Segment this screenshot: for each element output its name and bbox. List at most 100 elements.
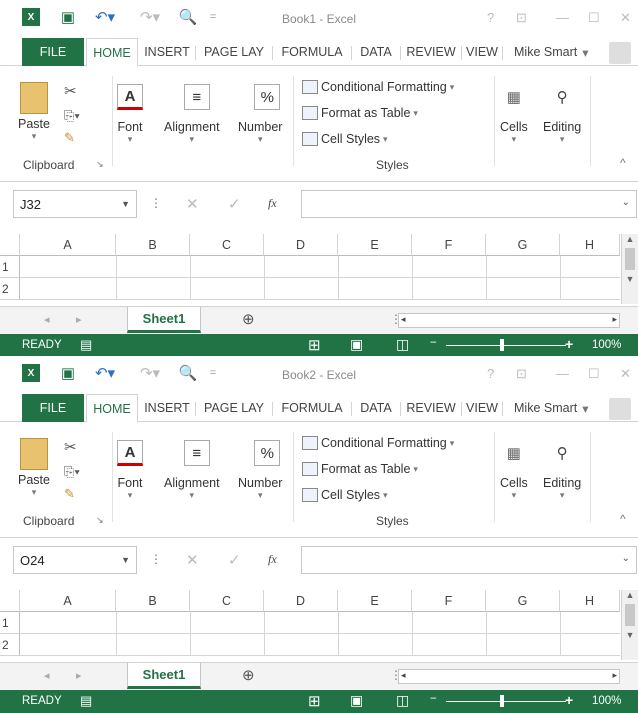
column-header[interactable]: G <box>486 590 560 612</box>
name-box[interactable]: J32 ▼ <box>13 190 137 218</box>
tab-view[interactable]: VIEW <box>462 38 502 66</box>
format-painter-icon[interactable]: ✎ <box>64 486 75 502</box>
font-button[interactable]: A Font ▾ <box>117 440 143 501</box>
editing-button[interactable]: ⚲ Editing ▾ <box>543 84 581 145</box>
copy-icon[interactable]: ⎘▾ <box>64 108 80 124</box>
alignment-button[interactable]: ≡ Alignment ▾ <box>164 84 220 145</box>
tab-file[interactable]: FILE <box>22 394 84 422</box>
select-all-corner[interactable] <box>0 590 20 612</box>
new-sheet-icon[interactable]: ⊕ <box>242 666 255 684</box>
macro-record-icon[interactable]: ▤ <box>80 337 92 353</box>
format-as-table-button[interactable]: Format as Table ▾ <box>302 106 418 120</box>
cancel-icon[interactable]: ✕ <box>186 195 199 213</box>
page-break-view-icon[interactable]: ◫ <box>396 692 409 709</box>
user-account[interactable]: Mike Smart ▾ <box>514 394 588 422</box>
zoom-level[interactable]: 100% <box>592 695 621 707</box>
editing-button[interactable]: ⚲ Editing ▾ <box>543 440 581 501</box>
zoom-out-icon[interactable]: − <box>430 337 437 349</box>
cell-styles-button[interactable]: Cell Styles ▾ <box>302 488 388 502</box>
enter-icon[interactable]: ✓ <box>228 195 241 213</box>
normal-view-icon[interactable]: ⊞ <box>308 692 321 710</box>
help-icon[interactable]: ? <box>487 366 494 381</box>
tab-page-layout[interactable]: PAGE LAY <box>196 394 272 422</box>
paste-button[interactable]: Paste ▾ <box>18 438 50 498</box>
cut-icon[interactable]: ✂ <box>64 82 77 100</box>
sheet-tab[interactable]: Sheet1 <box>127 307 201 333</box>
tab-insert[interactable]: INSERT <box>139 394 195 422</box>
tab-insert[interactable]: INSERT <box>139 38 195 66</box>
table-row[interactable] <box>20 256 620 278</box>
column-header[interactable]: B <box>116 590 190 612</box>
zoom-out-icon[interactable]: − <box>430 693 437 705</box>
cells-button[interactable]: ▦ Cells ▾ <box>500 440 528 501</box>
tab-data[interactable]: DATA <box>352 38 400 66</box>
scroll-tabs-left-icon[interactable]: ◂ <box>44 313 50 326</box>
select-all-corner[interactable] <box>0 234 20 256</box>
tab-page-layout[interactable]: PAGE LAY <box>196 38 272 66</box>
name-box[interactable]: O24 ▼ <box>13 546 137 574</box>
column-header[interactable]: D <box>264 234 338 256</box>
zoom-slider-thumb[interactable] <box>500 339 504 351</box>
table-row[interactable] <box>20 634 620 656</box>
formula-input[interactable]: ⌄ <box>301 190 637 218</box>
format-painter-icon[interactable]: ✎ <box>64 130 75 146</box>
alignment-button[interactable]: ≡ Alignment ▾ <box>164 440 220 501</box>
row-header[interactable]: 2 <box>0 634 20 656</box>
page-break-view-icon[interactable]: ◫ <box>396 336 409 353</box>
column-header[interactable]: C <box>190 590 264 612</box>
zoom-in-icon[interactable]: + <box>565 692 573 708</box>
column-header[interactable]: B <box>116 234 190 256</box>
number-button[interactable]: % Number ▾ <box>238 84 282 145</box>
enter-icon[interactable]: ✓ <box>228 551 241 569</box>
minimize-icon[interactable]: — <box>556 10 569 25</box>
scroll-tabs-right-icon[interactable]: ▸ <box>76 313 82 326</box>
maximize-icon[interactable]: ☐ <box>588 10 600 26</box>
column-header[interactable]: H <box>560 590 620 612</box>
macro-record-icon[interactable]: ▤ <box>80 693 92 709</box>
zoom-in-icon[interactable]: + <box>565 336 573 352</box>
zoom-level[interactable]: 100% <box>592 339 621 351</box>
close-icon[interactable]: ✕ <box>620 366 631 382</box>
row-header[interactable]: 1 <box>0 612 20 634</box>
conditional-formatting-button[interactable]: Conditional Formatting ▾ <box>302 436 454 450</box>
collapse-ribbon-icon[interactable]: ^ <box>620 156 626 170</box>
dialog-launcher-icon[interactable]: ↘ <box>96 515 104 526</box>
insert-function-icon[interactable]: fx <box>268 552 277 567</box>
sheet-tab[interactable]: Sheet1 <box>127 663 201 689</box>
cut-icon[interactable]: ✂ <box>64 438 77 456</box>
font-button[interactable]: A Font ▾ <box>117 84 143 145</box>
cancel-icon[interactable]: ✕ <box>186 551 199 569</box>
table-row[interactable] <box>20 612 620 634</box>
tab-review[interactable]: REVIEW <box>401 38 461 66</box>
minimize-icon[interactable]: — <box>556 366 569 381</box>
tab-formulas[interactable]: FORMULA <box>273 38 351 66</box>
tab-review[interactable]: REVIEW <box>401 394 461 422</box>
page-layout-view-icon[interactable]: ▣ <box>350 692 363 709</box>
tab-data[interactable]: DATA <box>352 394 400 422</box>
user-account[interactable]: Mike Smart ▾ <box>514 38 588 66</box>
number-button[interactable]: % Number ▾ <box>238 440 282 501</box>
cell-styles-button[interactable]: Cell Styles ▾ <box>302 132 388 146</box>
column-header[interactable]: E <box>338 234 412 256</box>
tab-home[interactable]: HOME <box>86 38 138 67</box>
column-header[interactable]: E <box>338 590 412 612</box>
row-header[interactable]: 2 <box>0 278 20 300</box>
column-header[interactable]: G <box>486 234 560 256</box>
scroll-tabs-right-icon[interactable]: ▸ <box>76 669 82 682</box>
close-icon[interactable]: ✕ <box>620 10 631 26</box>
maximize-icon[interactable]: ☐ <box>588 366 600 382</box>
zoom-slider[interactable] <box>446 345 566 346</box>
ribbon-display-icon[interactable]: ⊡ <box>516 366 527 382</box>
vertical-scrollbar[interactable]: ▲ ▼ <box>621 590 638 660</box>
normal-view-icon[interactable]: ⊞ <box>308 336 321 354</box>
copy-icon[interactable]: ⎘▾ <box>64 464 80 480</box>
page-layout-view-icon[interactable]: ▣ <box>350 336 363 353</box>
column-header[interactable]: A <box>20 234 116 256</box>
new-sheet-icon[interactable]: ⊕ <box>242 310 255 328</box>
zoom-slider[interactable] <box>446 701 566 702</box>
collapse-ribbon-icon[interactable]: ^ <box>620 512 626 526</box>
insert-function-icon[interactable]: fx <box>268 196 277 211</box>
column-header[interactable]: C <box>190 234 264 256</box>
formula-input[interactable]: ⌄ <box>301 546 637 574</box>
column-header[interactable]: A <box>20 590 116 612</box>
